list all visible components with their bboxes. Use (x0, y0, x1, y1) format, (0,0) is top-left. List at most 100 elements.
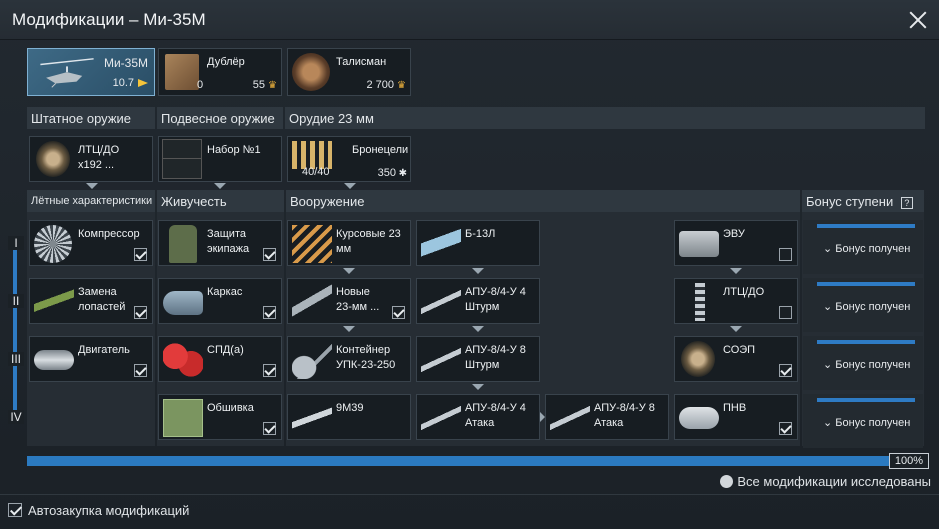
helicopter-icon (40, 58, 94, 88)
mod-crew-armor[interactable]: Защита экипажа (158, 220, 282, 266)
mod-frame[interactable]: Каркас (158, 278, 282, 324)
bonus-text: ⌄ Бонус получен (823, 242, 910, 255)
autobuy-checkbox[interactable]: Автозакупка модификаций (8, 503, 189, 518)
mod-label: АПУ-8/4-У 4 Атака (465, 402, 526, 429)
mod-9m39[interactable]: 9М39 (287, 394, 411, 440)
mod-apu-4-shturm[interactable]: АПУ-8/4-У 4 Штурм (416, 278, 540, 324)
backup-count: 0 (197, 79, 204, 91)
tier-bonus[interactable]: ⌄ Бонус получен (803, 220, 923, 274)
section-suspended: Подвесное оружие (157, 107, 283, 129)
mod-rotor-blades[interactable]: Замена лопастей (29, 278, 153, 324)
mod-apu-8-shturm[interactable]: АПУ-8/4-У 8 Штурм (416, 336, 540, 382)
mod-checkbox[interactable] (134, 306, 147, 319)
flare-launcher-icon (36, 141, 70, 177)
bonus-bar (817, 282, 915, 286)
close-icon[interactable] (907, 9, 929, 31)
checkbox-icon[interactable] (8, 503, 22, 517)
mod-checkbox[interactable] (392, 306, 405, 319)
mod-label: СОЭП (723, 344, 756, 356)
header-survival: Живучесть (157, 190, 284, 212)
mod-checkbox[interactable] (779, 364, 792, 377)
bonus-label: Бонус получен (835, 243, 911, 255)
mod-gunpod[interactable]: Контейнер УПК-23-250 (287, 336, 411, 382)
weapon-preset-card[interactable]: Набор №1 (158, 136, 282, 182)
vehicle-card[interactable]: Ми-35М 10.7 (27, 48, 155, 96)
mod-compressor[interactable]: Компрессор (29, 220, 153, 266)
bonus-text: ⌄ Бонус получен (823, 300, 910, 313)
mod-checkbox[interactable] (134, 248, 147, 261)
research-icon (720, 475, 734, 488)
shells-icon (292, 225, 332, 263)
mod-checkbox[interactable] (263, 248, 276, 261)
mod-engine[interactable]: Двигатель (29, 336, 153, 382)
backup-card[interactable]: Дублёр 0 55 ♛ (158, 48, 282, 96)
mod-apu-8-ataka[interactable]: АПУ-8/4-У 8 Атака (545, 394, 669, 440)
launcher-icon (421, 341, 461, 379)
weapon-belt-card[interactable]: 40/40 Бронецели 350 ✱ (287, 136, 411, 182)
mod-label: Контейнер УПК-23-250 (336, 344, 396, 371)
launcher-icon (421, 399, 461, 437)
mod-checkbox[interactable] (779, 422, 792, 435)
tier-bonus[interactable]: ⌄ Бонус получен (803, 336, 923, 390)
exhaust-icon (679, 231, 719, 257)
mod-pnv[interactable]: ПНВ (674, 394, 798, 440)
mod-skin[interactable]: Обшивка (158, 394, 282, 440)
mod-b13l[interactable]: Б-13Л (416, 220, 540, 266)
mod-checkbox[interactable] (263, 422, 276, 435)
mod-course-23mm[interactable]: Курсовые 23 мм (287, 220, 411, 266)
mod-label: АПУ-8/4-У 8 Атака (594, 402, 655, 429)
divider (0, 494, 939, 495)
mod-checkbox[interactable] (263, 364, 276, 377)
chevron-down-icon: ⌄ (823, 417, 836, 429)
bonus-label: Бонус получен (835, 417, 911, 429)
mod-label: Б-13Л (465, 228, 496, 240)
bonus-label: Бонус получен (835, 301, 911, 313)
mod-fire-ext[interactable]: СПД(а) (158, 336, 282, 382)
tier-label: I (8, 236, 24, 250)
night-vision-icon (679, 407, 719, 429)
section-cannon: Орудие 23 мм (285, 107, 925, 129)
mod-apu-4-ataka[interactable]: АПУ-8/4-У 4 Атака (416, 394, 540, 440)
arrow-down (214, 183, 226, 189)
fire-extinguisher-icon (163, 341, 203, 379)
backup-price: 55 (252, 79, 265, 91)
arrow-down (343, 268, 355, 274)
tier-bonus[interactable]: ⌄ Бонус получен (803, 278, 923, 332)
mod-checkbox[interactable] (779, 248, 792, 261)
talisman-card[interactable]: Талисман 2 700 ♛ (287, 48, 411, 96)
chevron-down-icon: ⌄ (823, 243, 836, 255)
research-status: Все модификации исследованы (720, 474, 931, 489)
mod-checkbox[interactable] (779, 306, 792, 319)
frame-icon (163, 291, 203, 315)
tier-track (13, 244, 17, 412)
mod-soep[interactable]: СОЭП (674, 336, 798, 382)
mod-evu[interactable]: ЭВУ (674, 220, 798, 266)
gunpod-icon (292, 341, 332, 379)
ammo-belt-icon (292, 141, 332, 169)
skin-icon (163, 399, 203, 437)
mod-label: Защита экипажа (207, 228, 250, 255)
weapon-gun-card[interactable]: ЛТЦ/ДО x192 ... (29, 136, 153, 182)
talisman-icon (292, 53, 330, 91)
modifications-window: Модификации – Ми-35М Ми-35М 10.7 Дублёр … (0, 0, 939, 529)
tier-bonus[interactable]: ⌄ Бонус получен (803, 394, 923, 448)
mod-label: АПУ-8/4-У 4 Штурм (465, 286, 526, 313)
talisman-label: Талисман (336, 56, 387, 68)
mod-checkbox[interactable] (134, 364, 147, 377)
mod-checkbox[interactable] (263, 306, 276, 319)
eagle-icon: ♛ (268, 80, 277, 91)
preset-icon (162, 139, 202, 179)
arrow-down (472, 384, 484, 390)
weapon-gun-label: ЛТЦ/ДО x192 ... (78, 144, 120, 171)
arrow-down (344, 183, 356, 189)
mod-ltc[interactable]: ЛТЦ/ДО (674, 278, 798, 324)
mod-new-23mm[interactable]: Новые 23-мм ... (287, 278, 411, 324)
chevron-down-icon: ⌄ (823, 301, 836, 313)
help-icon[interactable]: ? (900, 197, 913, 209)
launcher-icon (421, 283, 461, 321)
belt-price: 350 (377, 167, 396, 179)
mod-label: ЛТЦ/ДО (723, 286, 765, 298)
crew-armor-icon (169, 225, 197, 263)
header-armament: Вооружение (286, 190, 800, 212)
arrow-down (472, 268, 484, 274)
